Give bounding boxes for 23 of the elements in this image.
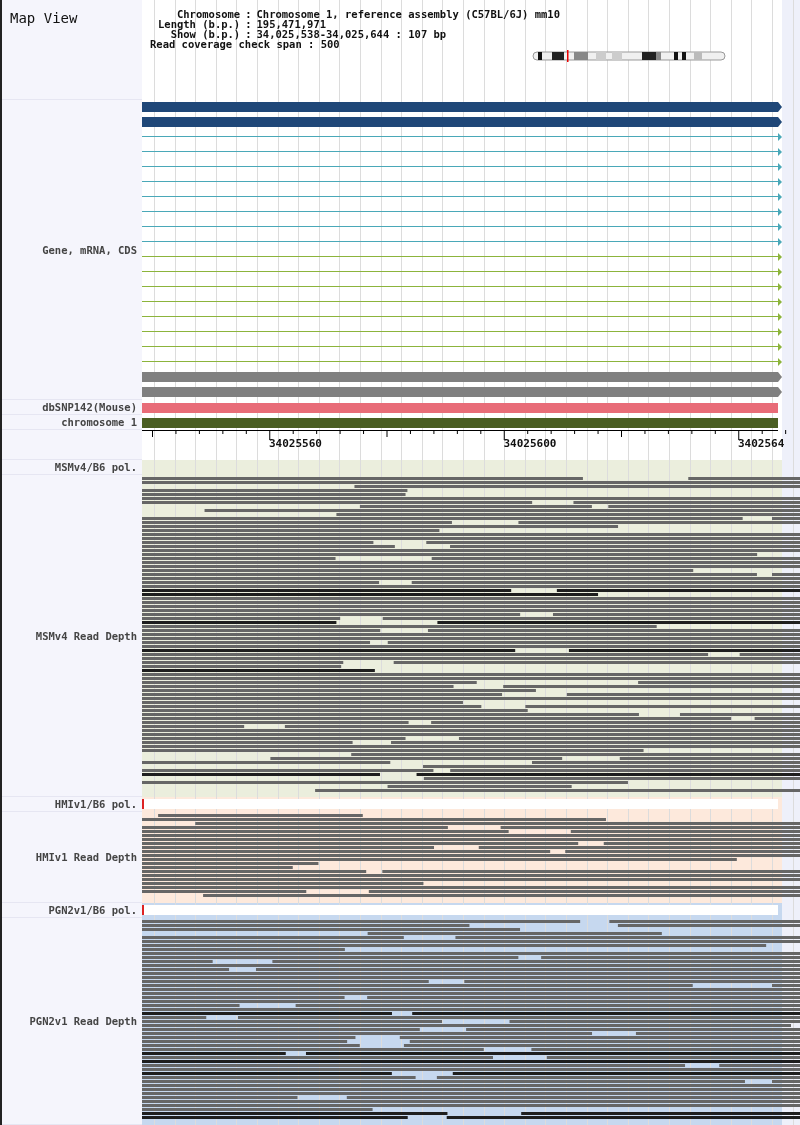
info-separator: : — [245, 29, 252, 39]
info-label: Length (b.p.) — [158, 19, 241, 29]
track-label: chromosome 1 — [61, 416, 137, 428]
info-value: 195,471,971 — [256, 19, 327, 29]
axis-label: 3402564 — [738, 437, 785, 450]
track-label: Gene, mRNA, CDS — [42, 243, 137, 256]
view-title: Map View — [10, 10, 78, 26]
axis-label: 34025560 — [269, 437, 322, 450]
track-label: dbSNP142(Mouse) — [42, 401, 137, 413]
info-separator: : — [245, 9, 252, 19]
track-label: HMIv1/B6 pol. — [54, 798, 137, 810]
info-value: Chromosome 1, reference assembly (C57BL/6J) mm10 — [256, 9, 560, 19]
info-separator: : — [245, 19, 252, 29]
coverage-info: Read coverage check span : 500 — [150, 39, 340, 49]
track-label: PGN2v1/B6 pol. — [48, 904, 137, 916]
track-label: MSMv4 Read Depth — [35, 629, 137, 642]
info-label: Chromosome — [175, 9, 241, 19]
info-label: Show (b.p.) — [170, 29, 241, 39]
axis-label: 34025600 — [503, 437, 557, 450]
track-label: PGN2v1 Read Depth — [29, 1015, 137, 1027]
track-label: HMIv1 Read Depth — [35, 851, 137, 863]
track-label: MSMv4/B6 pol. — [54, 461, 137, 473]
info-value: 34,025,538-34,025,644 : 107 bp — [256, 29, 448, 39]
